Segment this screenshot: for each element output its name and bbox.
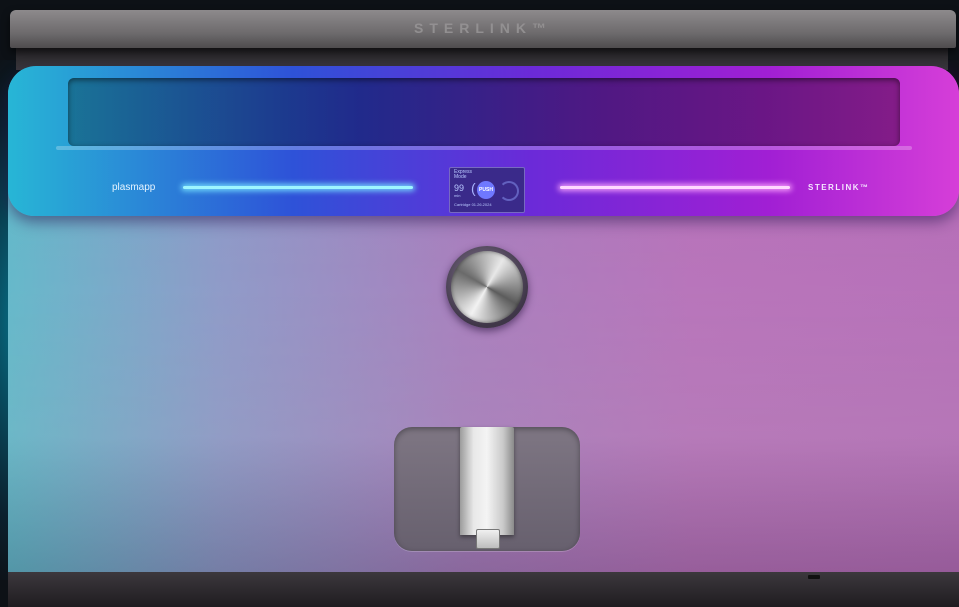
light-bar-right xyxy=(560,186,790,189)
chamber-window xyxy=(68,78,900,146)
display-unit: min xyxy=(454,193,461,198)
sterlink-logo: STERLINK™ xyxy=(808,183,870,192)
device-lid: STERLINK™ xyxy=(10,10,956,48)
display-mode-label: Express Mode xyxy=(454,169,473,180)
lid-brand-text: STERLINK™ xyxy=(414,20,552,36)
progress-arc-icon xyxy=(499,181,519,201)
base-port xyxy=(808,575,820,579)
light-bar-left xyxy=(183,186,413,189)
push-button[interactable]: PUSH xyxy=(477,181,495,199)
plasmapp-logo: plasmapp xyxy=(112,182,156,193)
chamber-lip xyxy=(56,146,912,150)
door-handle[interactable] xyxy=(460,427,514,535)
display-value: 99 xyxy=(454,183,465,193)
control-knob[interactable] xyxy=(451,251,523,323)
bracket-icon: ( xyxy=(471,180,476,196)
handle-tab[interactable] xyxy=(476,529,500,549)
control-display[interactable]: Express Mode 99 min ( PUSH Cartridge 01.… xyxy=(449,167,525,213)
display-footer: Cartridge 01.26.2024 xyxy=(454,202,492,207)
product-scene: STERLINK™ plasmapp Express Mode 99 min (… xyxy=(0,0,959,607)
